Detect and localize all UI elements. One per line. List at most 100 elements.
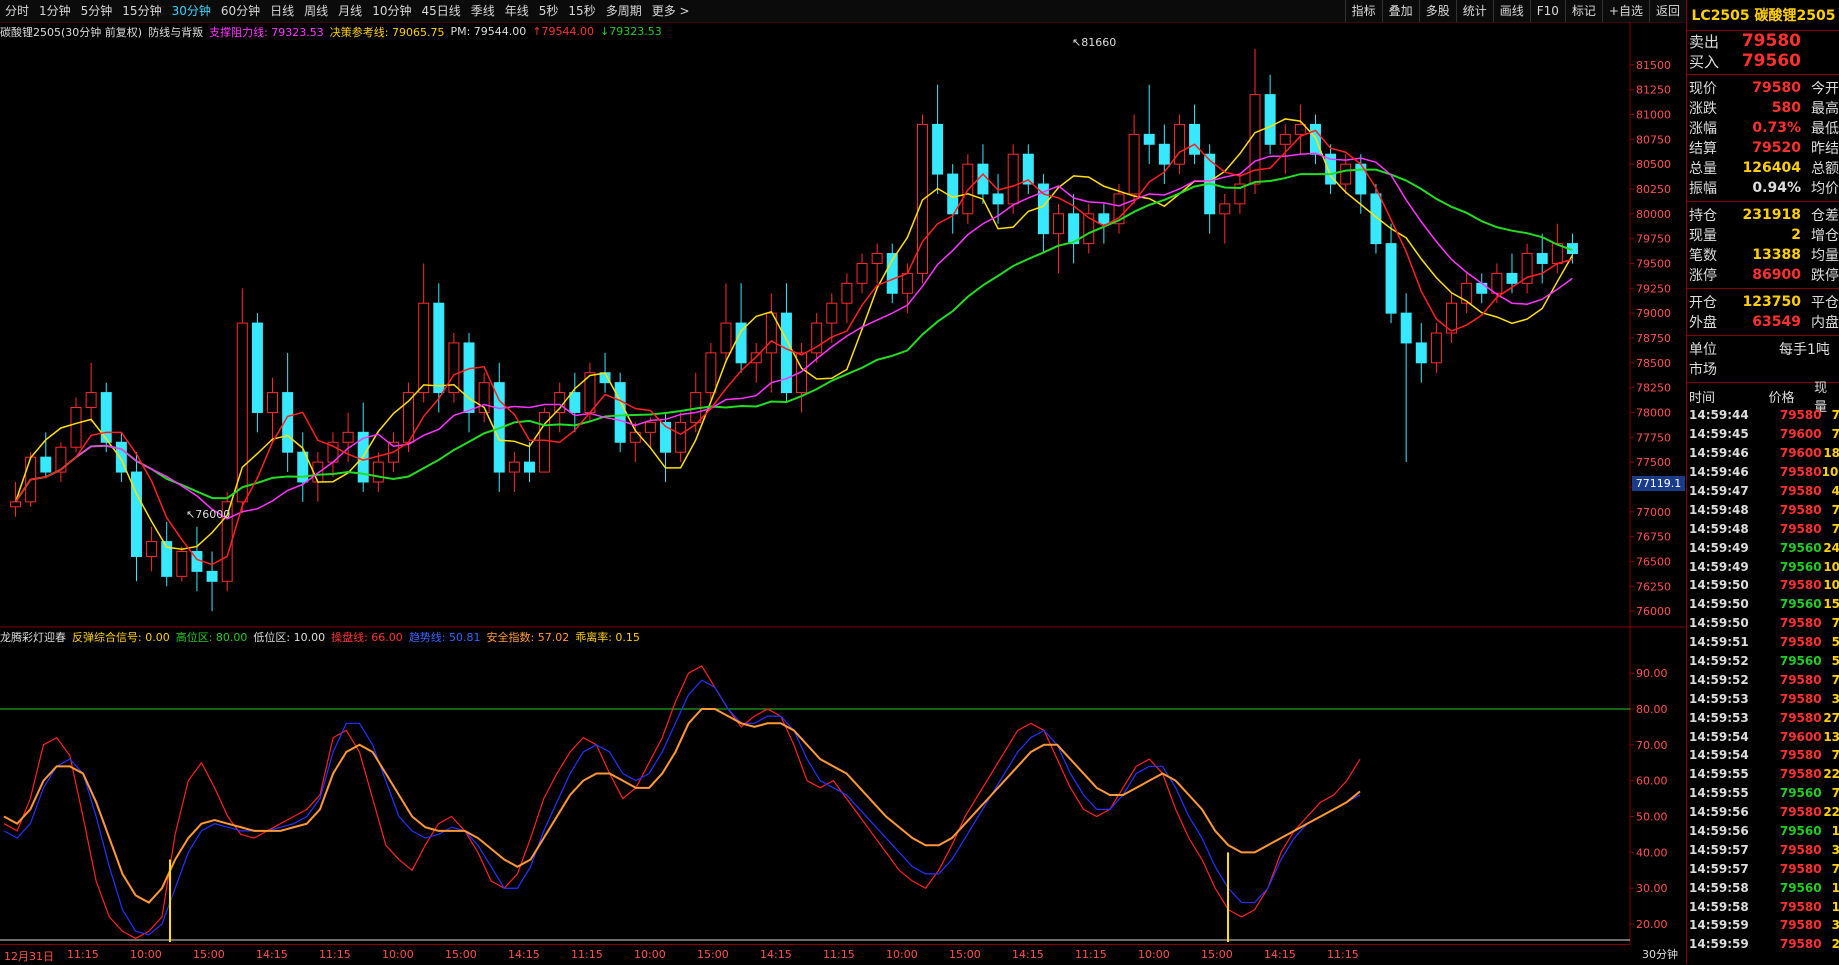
market-label: 市场 <box>1689 362 1717 378</box>
trade-row: 14:59:44 795807 <box>1687 406 1839 425</box>
trade-volume: 13 <box>1823 729 1839 744</box>
trade-time: 14:59:46 <box>1689 465 1749 480</box>
trade-volume: 3 <box>1822 692 1839 706</box>
quote-label-right: 均量 <box>1811 248 1839 264</box>
trade-row: 14:59:55 795607 <box>1687 784 1839 803</box>
trade-ticks-list[interactable]: 14:59:4479580714:59:45796007 14:59:46 7960… <box>1687 406 1839 954</box>
price-tick-label: 81250 <box>1636 84 1671 97</box>
trade-price: 79580 <box>1779 502 1822 517</box>
trade-volume: 1 <box>1822 824 1839 838</box>
trade-price: 79580 <box>1779 805 1822 820</box>
trades-header: 时间 价格 现量 <box>1687 381 1839 415</box>
candle-body <box>1491 272 1503 294</box>
trade-row: 14:59:50 79580 10 <box>1687 576 1839 595</box>
trade-time: 14:59:50 <box>1689 578 1749 593</box>
trade-volume: 7 <box>1822 616 1839 630</box>
quote-value: 126404 <box>1742 160 1801 176</box>
candle-body <box>992 193 1004 205</box>
trade-price: 79580 <box>1779 521 1822 536</box>
trade-row: 14:59:56 79580 22 <box>1687 803 1839 822</box>
quote-value: 86900 <box>1752 267 1801 283</box>
trade-row: 14:59:47 795804 <box>1687 482 1839 501</box>
kline-chart-area[interactable]: 81500 81250 81000 80750 80500 80250 80000 79750… <box>0 0 1686 944</box>
quote-label-right: 最高 <box>1811 101 1839 117</box>
time-tick-label: 11:15 <box>1075 948 1107 961</box>
quote-label: 持仓 <box>1689 208 1717 224</box>
time-tick-label: 15:00 <box>949 948 981 961</box>
candle-body <box>236 322 248 503</box>
price-tick-label: 81000 <box>1636 108 1671 121</box>
high-price-label: ↖81660 <box>1072 36 1116 49</box>
trade-price: 79580 <box>1779 672 1822 687</box>
quote-label-right: 总额 <box>1811 161 1839 177</box>
period-switch-button[interactable]: 30分钟 <box>1634 944 1686 964</box>
price-tick-label: 76750 <box>1636 531 1671 544</box>
candle-body <box>312 461 324 483</box>
trade-time: 14:59:55 <box>1689 767 1749 782</box>
trade-time: 14:59:49 <box>1689 540 1749 555</box>
low-price-label: ↖76000 <box>186 508 230 521</box>
quote-panel: 卖出 79580 买入 79560 现价 79580 今开 涨跌 580 最高 涨幅 0.73… <box>1686 31 1839 964</box>
time-tick-label: 10:00 <box>382 948 414 961</box>
trade-price: 79580 <box>1779 918 1822 933</box>
trade-volume: 7 <box>1822 673 1839 687</box>
candle-body <box>1476 282 1488 294</box>
trade-time: 14:59:58 <box>1689 899 1749 914</box>
quote-label-right: 今开 <box>1811 81 1839 97</box>
trade-price: 79580 <box>1779 616 1822 631</box>
time-tick-label: 14:15 <box>1264 948 1296 961</box>
quote-label-right: 最低 <box>1811 121 1839 137</box>
quote-label-right: 均价 <box>1811 181 1839 197</box>
sub-indicator-name[interactable]: 龙腾彩灯迎春 <box>0 629 66 645</box>
quote-label: 外盘 <box>1689 315 1717 331</box>
time-tick-label: 10:00 <box>130 948 162 961</box>
divider <box>1687 288 1839 289</box>
price-tick-label: 76250 <box>1636 580 1671 593</box>
candle-body <box>206 570 218 582</box>
axis-labels: 81500 81250 81000 80750 80500 80250 80000 79750… <box>186 36 1671 931</box>
sub-tick-label: 90.00 <box>1636 667 1668 680</box>
trade-price: 79560 <box>1779 880 1822 895</box>
sub-tick-label: 70.00 <box>1636 739 1668 752</box>
oscillator-series <box>3 707 1361 904</box>
time-header: 时间 <box>1689 390 1716 406</box>
trade-volume: 10 <box>1823 559 1839 574</box>
trade-price: 79580 <box>1779 484 1822 498</box>
trade-price: 79580 <box>1779 465 1822 480</box>
trade-volume: 7 <box>1822 748 1839 762</box>
candle-body <box>70 406 82 448</box>
candle-body <box>1264 94 1276 145</box>
quote-stats-1: 现价 79580 今开 涨跌 580 最高 涨幅 0.73% 最低 结算 79520 昨结 总量 1264… <box>1687 78 1839 198</box>
candle-body <box>947 173 959 215</box>
trade-price: 79560 <box>1779 786 1822 801</box>
trade-price: 79580 <box>1779 578 1822 593</box>
time-tick-label: 15:00 <box>445 948 477 961</box>
trade-volume: 100 <box>1821 465 1839 480</box>
trade-row: 14:59:45 796007 <box>1687 425 1839 444</box>
sub-tick-label: 50.00 <box>1636 811 1668 824</box>
trade-time: 14:59:51 <box>1689 635 1749 650</box>
trade-time: 14:59:45 <box>1689 427 1749 442</box>
unit-value: 每手1吨 <box>1779 342 1830 358</box>
trade-time: 14:59:54 <box>1689 729 1749 744</box>
trade-volume: 10 <box>1823 578 1839 593</box>
candle-body <box>614 382 626 443</box>
quote-label-right: 仓差 <box>1811 208 1839 224</box>
candle-body <box>977 163 989 195</box>
candle-body <box>146 541 158 557</box>
time-tick-label: 11:15 <box>1327 948 1359 961</box>
trade-price: 79600 <box>1779 446 1822 461</box>
price-tick-label: 80000 <box>1636 208 1671 221</box>
trade-row: 14:59:53 79580 27 <box>1687 708 1839 727</box>
trade-row: 14:59:52 795605 <box>1687 652 1839 671</box>
price-tick-label: 80500 <box>1636 158 1671 171</box>
trade-time: 14:59:50 <box>1689 597 1749 612</box>
trade-volume: 27 <box>1823 710 1839 725</box>
candlestick-series <box>10 48 1578 612</box>
candle-body <box>1189 123 1201 155</box>
candle-body <box>871 253 883 264</box>
candle-body <box>342 431 354 443</box>
trade-row: 14:59:50 795807 <box>1687 614 1839 633</box>
trade-time: 14:59:46 <box>1689 446 1749 461</box>
trade-row: 14:59:58 795601 <box>1687 878 1839 897</box>
